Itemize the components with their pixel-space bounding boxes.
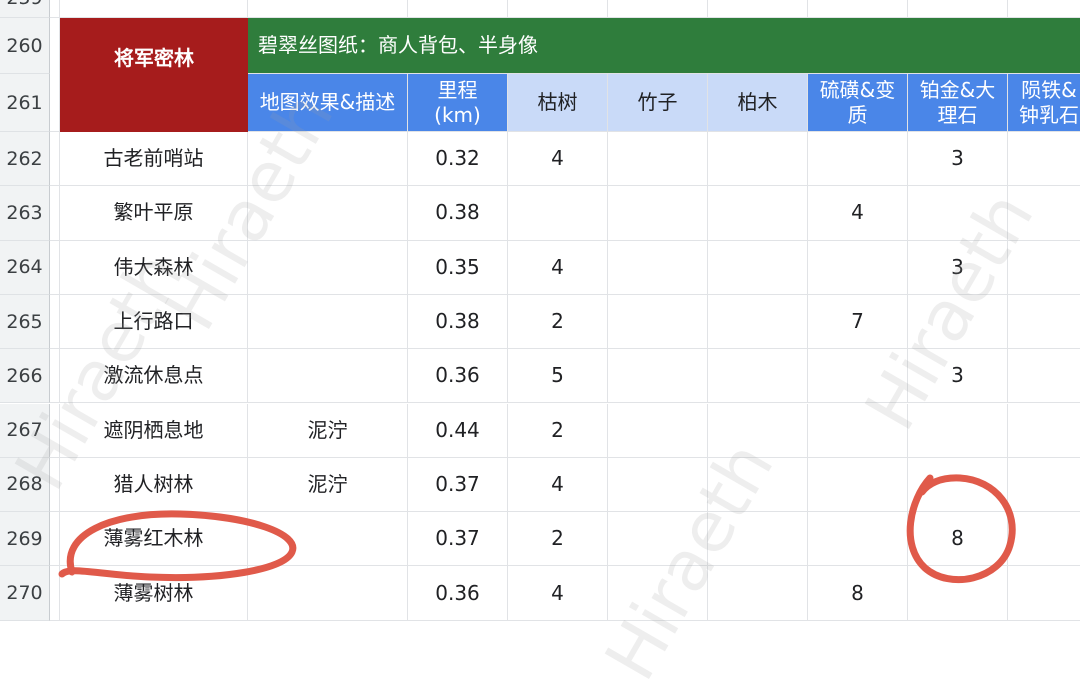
platinum-cell[interactable]: 3: [908, 132, 1008, 187]
meteoric-iron-cell[interactable]: [1008, 512, 1080, 567]
map-effect-cell[interactable]: 泥泞: [248, 457, 408, 513]
dead-tree-cell[interactable]: [508, 186, 608, 241]
map-effect-cell[interactable]: [248, 349, 408, 404]
distance-cell[interactable]: 0.38: [408, 294, 508, 350]
dead-tree-cell[interactable]: 2: [508, 403, 608, 458]
header-platinum[interactable]: 铂金&大理石: [908, 74, 1008, 132]
platinum-cell[interactable]: 8: [908, 512, 1008, 567]
meteoric-iron-cell[interactable]: [1008, 566, 1080, 621]
location-name-cell[interactable]: 薄雾红木林: [60, 512, 248, 567]
dead-tree-cell[interactable]: 4: [508, 132, 608, 187]
cell[interactable]: [408, 0, 508, 18]
row-number[interactable]: 261: [0, 74, 50, 132]
bamboo-cell[interactable]: [608, 349, 708, 404]
cell[interactable]: [50, 512, 60, 567]
row-number[interactable]: 262: [0, 132, 50, 187]
cell[interactable]: [248, 0, 408, 18]
region-label-cell[interactable]: 将军密林: [60, 18, 248, 132]
cell[interactable]: [608, 0, 708, 18]
distance-cell[interactable]: 0.36: [408, 349, 508, 404]
cypress-cell[interactable]: [708, 186, 808, 241]
bamboo-cell[interactable]: [608, 403, 708, 458]
cell[interactable]: [908, 0, 1008, 18]
dead-tree-cell[interactable]: 4: [508, 240, 608, 295]
distance-cell[interactable]: 0.37: [408, 457, 508, 513]
dead-tree-cell[interactable]: 4: [508, 457, 608, 513]
header-cypress[interactable]: 柏木: [708, 74, 808, 132]
dead-tree-cell[interactable]: 4: [508, 566, 608, 621]
row-number[interactable]: 259: [0, 0, 50, 18]
cell[interactable]: [1008, 0, 1080, 18]
cypress-cell[interactable]: [708, 132, 808, 187]
sulfur-cell[interactable]: 8: [808, 566, 908, 621]
cypress-cell[interactable]: [708, 349, 808, 404]
bamboo-cell[interactable]: [608, 132, 708, 187]
cell[interactable]: [60, 0, 248, 18]
spreadsheet: 259 260 261 将军密林 碧翠丝图纸：商人背包、半身像 地图效果&描述 …: [0, 0, 1080, 693]
meteoric-iron-cell[interactable]: [1008, 295, 1080, 350]
distance-cell[interactable]: 0.37: [408, 512, 508, 567]
distance-cell[interactable]: 0.44: [408, 403, 508, 458]
header-sulfur[interactable]: 硫磺&变质: [808, 74, 908, 132]
cell[interactable]: [808, 0, 908, 18]
platinum-cell[interactable]: [908, 457, 1008, 513]
row-number[interactable]: 265: [0, 294, 50, 350]
row-number[interactable]: 260: [0, 18, 50, 74]
meteoric-iron-cell[interactable]: [1008, 404, 1080, 458]
header-bamboo[interactable]: 竹子: [608, 74, 708, 132]
bamboo-cell[interactable]: [608, 240, 708, 295]
sulfur-cell[interactable]: [808, 457, 908, 513]
header-dead-tree[interactable]: 枯树: [508, 74, 608, 132]
distance-cell[interactable]: 0.36: [408, 566, 508, 621]
cell[interactable]: [50, 18, 60, 132]
cell[interactable]: [50, 566, 60, 621]
sulfur-cell[interactable]: [808, 512, 908, 567]
cell[interactable]: [708, 0, 808, 18]
row-number[interactable]: 263: [0, 186, 50, 241]
header-distance[interactable]: 里程(km): [408, 74, 508, 132]
bamboo-cell[interactable]: [608, 186, 708, 241]
meteoric-iron-cell[interactable]: [1008, 349, 1080, 404]
distance-cell[interactable]: 0.35: [408, 240, 508, 295]
row-number[interactable]: 264: [0, 240, 50, 295]
meteoric-iron-cell[interactable]: [1008, 132, 1080, 187]
banner-cell[interactable]: 碧翠丝图纸：商人背包、半身像: [248, 18, 1080, 74]
cell[interactable]: [50, 294, 60, 350]
distance-cell[interactable]: 0.38: [408, 186, 508, 241]
dead-tree-cell[interactable]: 2: [508, 294, 608, 350]
row-number[interactable]: 269: [0, 512, 50, 567]
map-effect-cell[interactable]: [248, 512, 408, 567]
bamboo-cell[interactable]: [608, 294, 708, 350]
cell[interactable]: [50, 132, 60, 187]
cypress-cell[interactable]: [708, 294, 808, 350]
cypress-cell[interactable]: [708, 240, 808, 295]
cell[interactable]: [50, 240, 60, 295]
cell[interactable]: [50, 186, 60, 241]
sulfur-cell[interactable]: [808, 132, 908, 187]
distance-cell[interactable]: 0.32: [408, 132, 508, 187]
map-effect-cell[interactable]: [248, 294, 408, 350]
map-effect-cell[interactable]: [248, 566, 408, 621]
map-effect-cell[interactable]: 泥泞: [248, 403, 408, 458]
cell[interactable]: [508, 0, 608, 18]
meteoric-iron-cell[interactable]: [1008, 458, 1080, 513]
header-meteoric-iron[interactable]: 陨铁&钟乳石: [1008, 74, 1080, 132]
platinum-cell[interactable]: [908, 566, 1008, 621]
location-name-cell[interactable]: 薄雾树林: [60, 566, 248, 621]
sulfur-cell[interactable]: 4: [808, 186, 908, 241]
row-number[interactable]: 270: [0, 566, 50, 621]
dead-tree-cell[interactable]: 5: [508, 349, 608, 404]
sulfur-cell[interactable]: [808, 240, 908, 295]
dead-tree-cell[interactable]: 2: [508, 512, 608, 567]
cell[interactable]: [50, 0, 60, 18]
